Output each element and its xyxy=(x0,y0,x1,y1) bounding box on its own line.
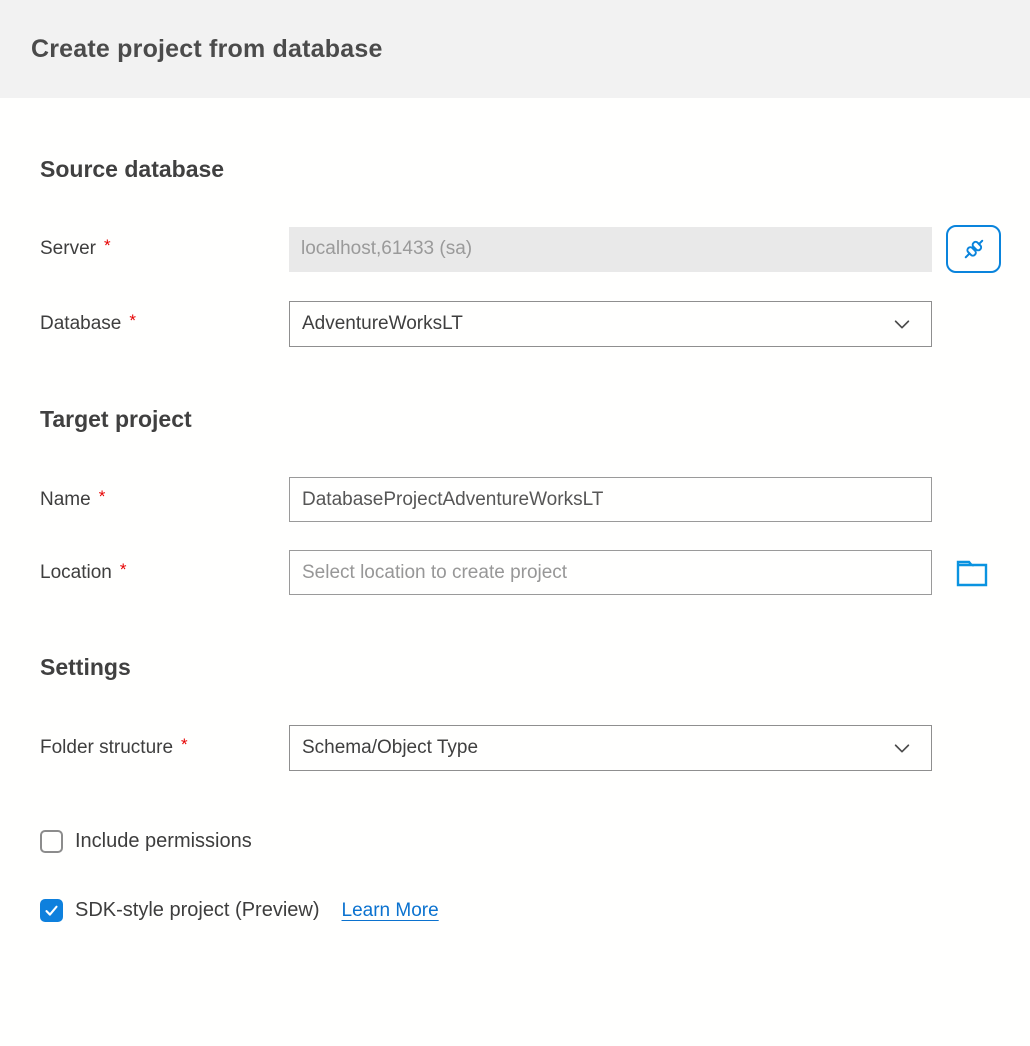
database-select-value: AdventureWorksLT xyxy=(302,313,463,335)
dialog-title: Create project from database xyxy=(31,35,383,64)
chevron-down-icon xyxy=(891,313,913,335)
section-heading-target-project: Target project xyxy=(40,405,990,433)
include-permissions-label: Include permissions xyxy=(75,830,252,853)
plug-icon xyxy=(960,235,988,263)
folder-structure-row: Folder structure * Schema/Object Type xyxy=(40,725,990,771)
section-heading-settings: Settings xyxy=(40,653,990,681)
folder-icon xyxy=(955,558,989,588)
folder-structure-select-value: Schema/Object Type xyxy=(302,737,478,759)
folder-structure-label: Folder structure * xyxy=(40,737,289,759)
required-asterisk: * xyxy=(129,311,136,330)
chevron-down-icon xyxy=(891,737,913,759)
section-heading-source-database: Source database xyxy=(40,155,990,183)
server-input xyxy=(289,227,932,272)
checkmark-icon xyxy=(44,903,59,918)
name-row: Name * xyxy=(40,477,990,522)
required-asterisk: * xyxy=(181,735,188,754)
name-label: Name * xyxy=(40,489,289,511)
folder-structure-field-wrap: Schema/Object Type xyxy=(289,725,932,771)
project-name-input[interactable] xyxy=(289,477,932,522)
database-select[interactable]: AdventureWorksLT xyxy=(289,301,932,347)
database-row: Database * AdventureWorksLT xyxy=(40,301,990,347)
required-asterisk: * xyxy=(120,560,127,579)
dialog-header: Create project from database xyxy=(0,0,1030,98)
server-label-text: Server xyxy=(40,238,96,259)
database-field-wrap: AdventureWorksLT xyxy=(289,301,932,347)
location-row: Location * xyxy=(40,550,990,595)
folder-structure-label-text: Folder structure xyxy=(40,737,173,758)
connect-button[interactable] xyxy=(946,225,1001,273)
include-permissions-checkbox[interactable] xyxy=(40,830,63,853)
sdk-style-row: SDK-style project (Preview) Learn More xyxy=(40,899,990,922)
location-input[interactable] xyxy=(289,550,932,595)
server-row: Server * xyxy=(40,225,990,273)
required-asterisk: * xyxy=(99,487,106,506)
required-asterisk: * xyxy=(104,236,111,255)
sdk-style-label: SDK-style project (Preview) xyxy=(75,899,320,922)
location-label-text: Location xyxy=(40,562,112,583)
location-label: Location * xyxy=(40,562,289,584)
database-label: Database * xyxy=(40,313,289,335)
name-field-wrap xyxy=(289,477,932,522)
location-field-wrap xyxy=(289,550,990,595)
folder-structure-select[interactable]: Schema/Object Type xyxy=(289,725,932,771)
browse-folder-button[interactable] xyxy=(954,556,990,590)
sdk-style-checkbox[interactable] xyxy=(40,899,63,922)
server-label: Server * xyxy=(40,238,289,260)
learn-more-link[interactable]: Learn More xyxy=(342,900,439,922)
server-field-wrap xyxy=(289,225,1001,273)
include-permissions-row: Include permissions xyxy=(40,830,990,853)
name-label-text: Name xyxy=(40,489,91,510)
database-label-text: Database xyxy=(40,313,121,334)
dialog-body: Source database Server * Database * xyxy=(0,155,1030,922)
